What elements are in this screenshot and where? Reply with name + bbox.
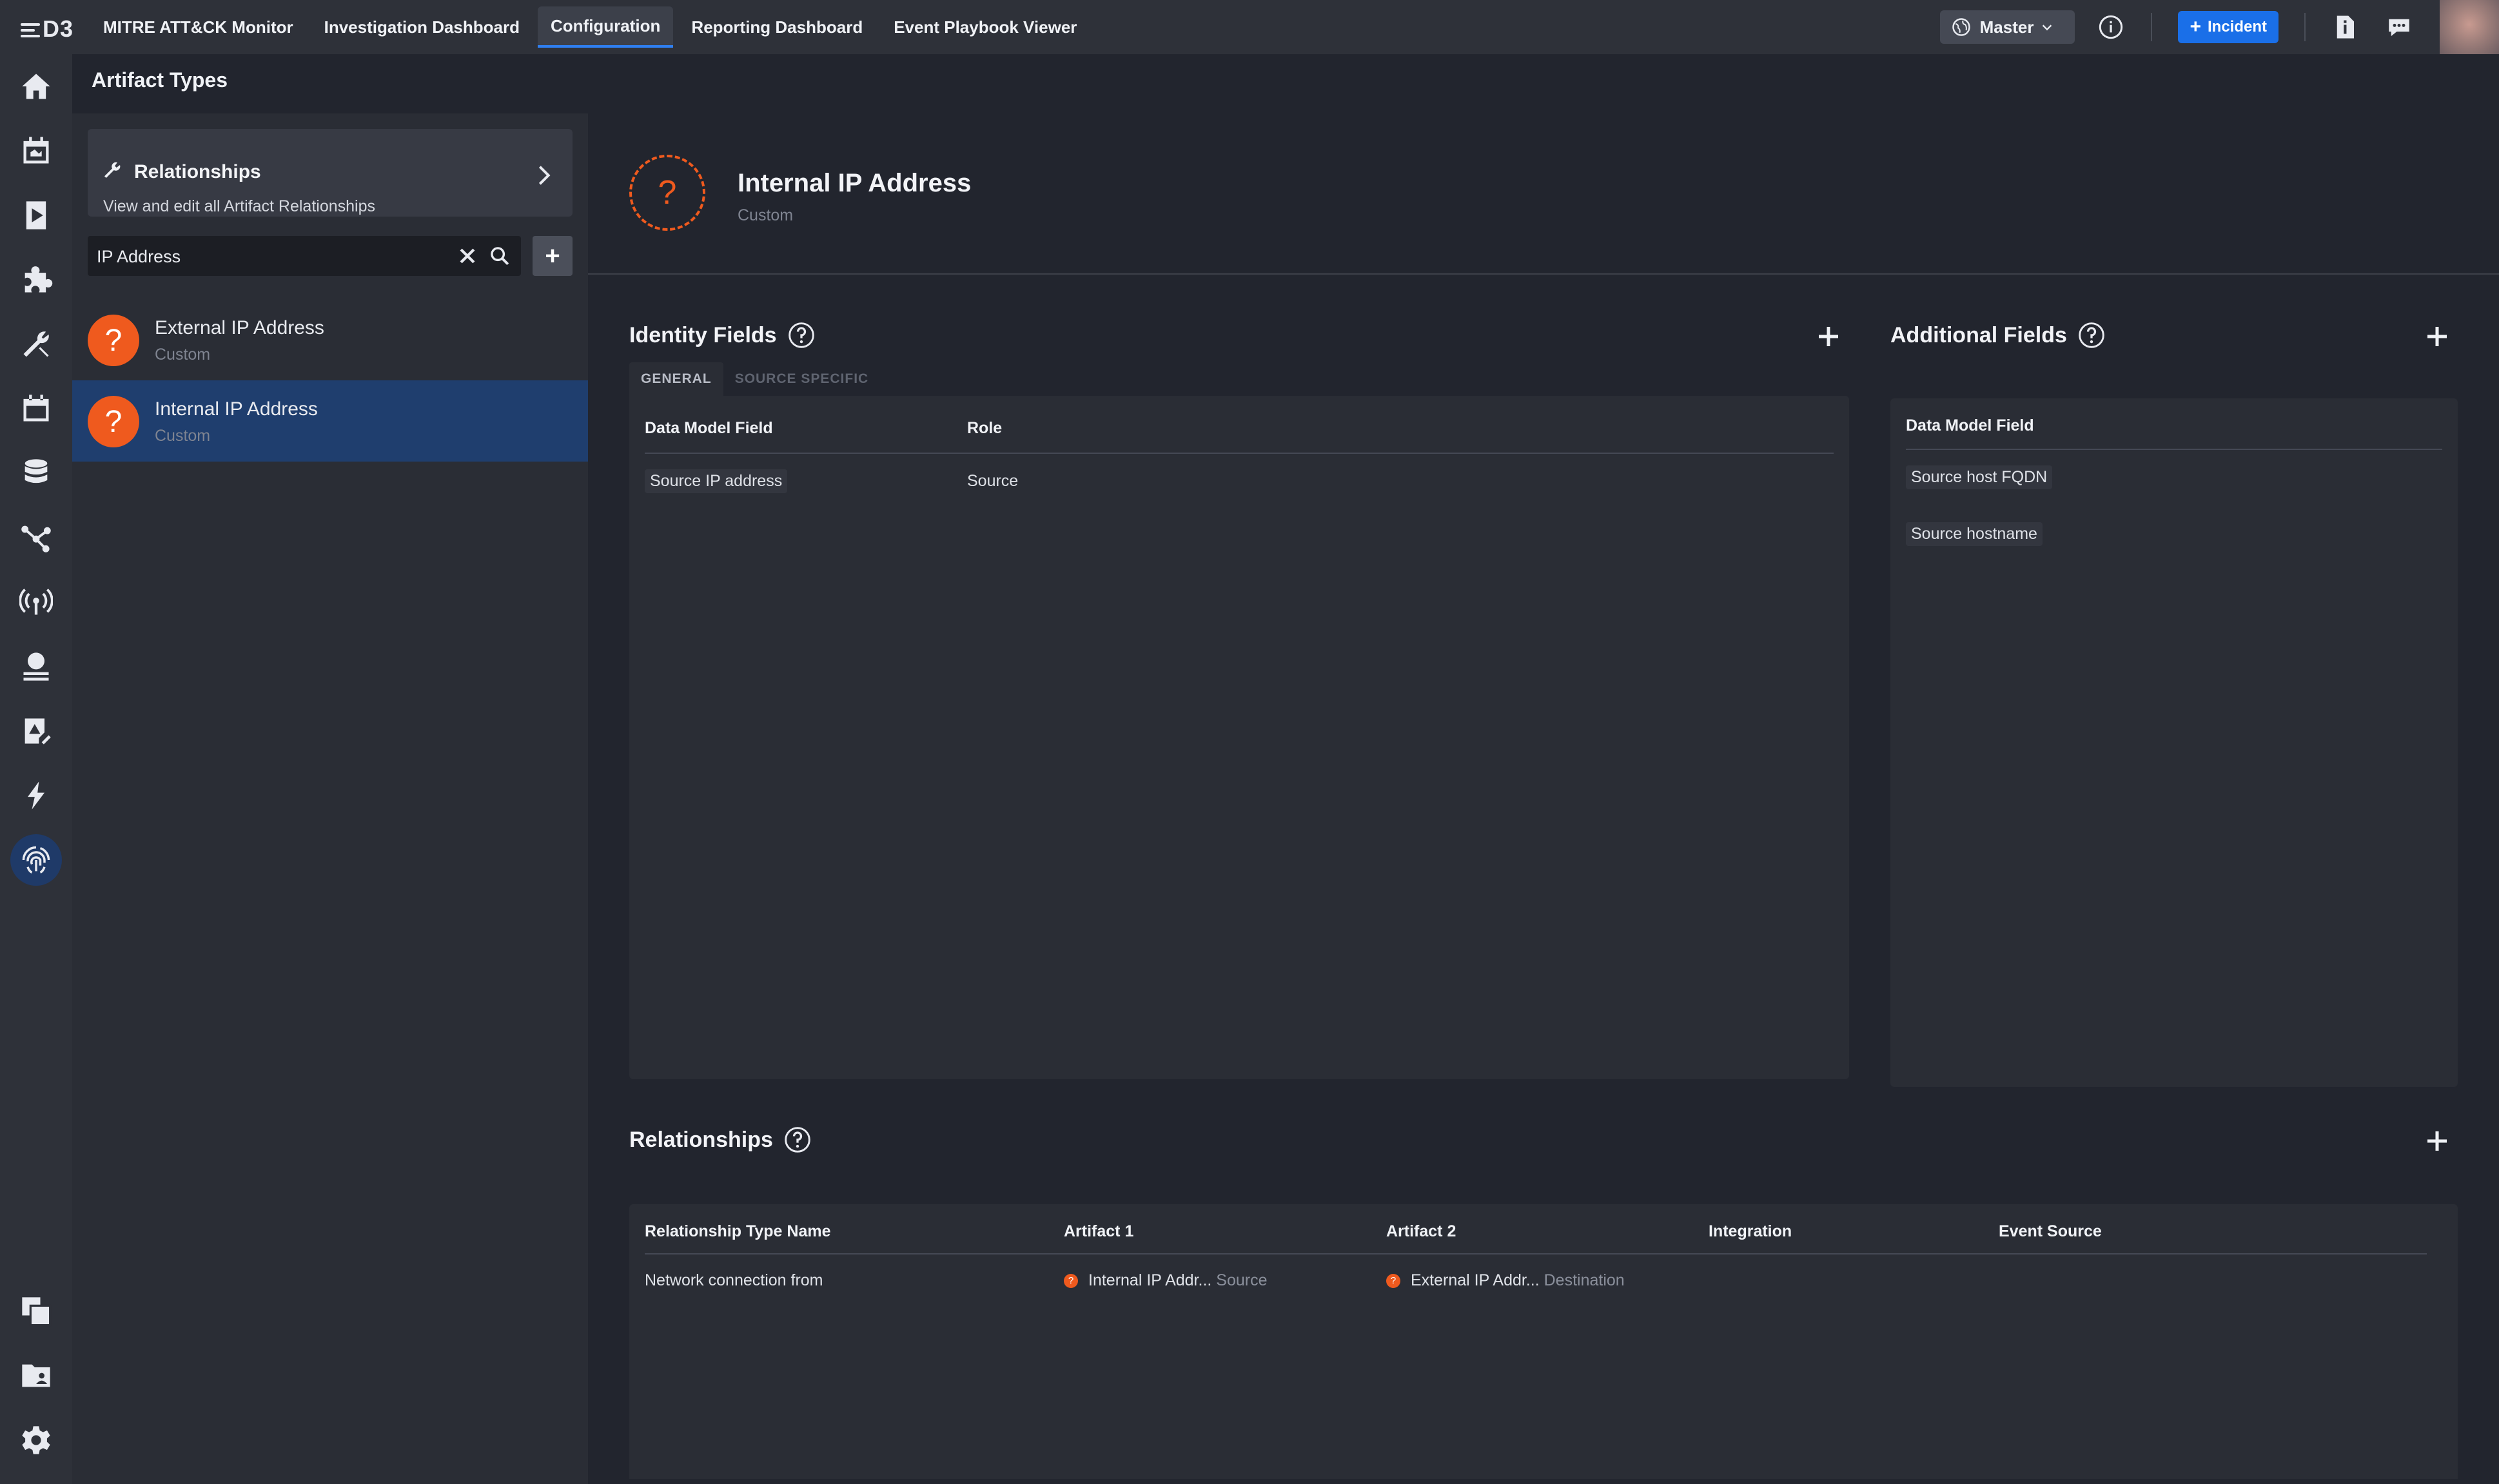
column-header: Role [967,419,1003,437]
home-icon[interactable] [17,67,55,106]
tab-source-specific[interactable]: SOURCE SPECIFIC [723,362,881,396]
new-incident-button[interactable]: + Incident [2178,11,2278,43]
data-model-field-chip[interactable]: Source IP address [645,469,788,493]
wrench-icon [104,162,121,178]
search-icon[interactable] [489,245,511,267]
d3-logo[interactable]: D3 [21,15,74,43]
relationship-type-name[interactable]: Network connection from [645,1271,823,1290]
plus-icon: + [2190,16,2201,37]
divider [2304,13,2306,41]
fingerprint-icon[interactable] [10,834,62,886]
question-mark-icon: ? [88,315,139,366]
question-mark-icon: ? [1064,1274,1078,1289]
nav-tab-configuration[interactable]: Configuration [538,6,674,48]
artifact-search-input[interactable] [97,244,432,269]
chevron-right-icon [538,166,551,185]
data-model-field-chip[interactable]: Source host FQDN [1906,465,2053,489]
question-mark-icon: ? [88,396,139,447]
chat-icon[interactable] [2386,14,2413,41]
document-info-icon[interactable] [2331,14,2358,41]
artifact-2-cell: ? External IP Addr... Destination [1386,1271,1625,1290]
header-divider [645,1253,2427,1255]
page-title: Artifact Types [92,68,228,92]
identity-tabs: GENERAL SOURCE SPECIFIC [629,362,880,396]
artifact-1-cell: ? Internal IP Addr... Source [1064,1271,1268,1290]
tab-general[interactable]: GENERAL [629,362,723,396]
artifact-detail-subtitle: Custom [738,206,794,224]
data-model-field-chip[interactable]: Source hostname [1906,522,2043,546]
antenna-icon[interactable] [17,583,55,621]
main-nav: MITRE ATT&CK Monitor Investigation Dashb… [90,0,1095,54]
copy-windows-icon[interactable] [17,1292,55,1331]
relationships-card-subtitle: View and edit all Artifact Relationships [103,197,375,215]
column-header: Artifact 2 [1386,1222,1456,1240]
tools-icon[interactable] [17,325,55,364]
artifact-type: Custom [155,346,211,364]
add-relationship-plus-icon[interactable] [2424,1128,2450,1154]
playbook-icon[interactable] [17,196,55,235]
chevron-down-icon [2043,24,2052,31]
relationships-heading: Relationships [629,1126,812,1154]
artifact-question-icon: ? [629,155,705,231]
globe-icon [1952,18,1970,36]
logo-lines-icon [21,20,40,41]
column-header: Data Model Field [1906,416,2034,434]
sync-icon[interactable] [17,776,55,815]
help-icon[interactable] [783,1126,812,1154]
identity-fields-table: Data Model Field Role Source IP address … [629,396,1849,1079]
top-bar: D3 MITRE ATT&CK Monitor Investigation Da… [0,0,2499,54]
relationships-table: Relationship Type Name Artifact 1 Artifa… [629,1204,2458,1479]
schedule-calendar-icon[interactable] [17,389,55,428]
artifact-detail-header: ? Internal IP Address Custom [588,113,2499,275]
identity-fields-heading: Identity Fields [629,321,816,349]
artifact-detail-title: Internal IP Address [738,169,972,197]
integrations-puzzle-icon[interactable] [17,260,55,299]
help-icon[interactable] [2077,321,2106,349]
artifact-list-item-selected[interactable]: ? Internal IP Address Custom [72,380,588,462]
column-header: Data Model Field [645,419,773,437]
column-header: Relationship Type Name [645,1222,831,1240]
settings-gear-icon[interactable] [17,1421,55,1460]
artifact-name: Internal IP Address [155,398,318,420]
help-icon[interactable] [787,321,816,349]
nav-tab-reporting[interactable]: Reporting Dashboard [678,0,876,54]
artifact-type-list-panel: Relationships View and edit all Artifact… [72,113,588,1484]
events-calendar-icon[interactable] [17,132,55,170]
artifact-name: External IP Address [155,317,324,338]
add-additional-field-plus-icon[interactable] [2424,324,2450,349]
artifact-list-item[interactable]: ? External IP Address Custom [72,299,588,380]
relationships-card-title: Relationships [134,161,261,182]
user-avatar[interactable] [2440,0,2499,54]
folder-user-icon[interactable] [17,1356,55,1395]
add-artifact-type-button[interactable]: + [533,236,573,276]
database-icon[interactable] [17,454,55,493]
plus-icon: + [545,241,560,270]
clear-search-icon[interactable] [456,245,478,267]
divider [2151,13,2153,41]
master-site-selector[interactable]: Master [1939,10,2075,44]
relationships-card[interactable]: Relationships View and edit all Artifact… [88,129,573,217]
header-divider [645,453,1834,454]
report-icon[interactable] [17,712,55,750]
info-icon[interactable] [2098,14,2124,40]
additional-fields-table: Data Model Field Source host FQDN Source… [1890,398,2458,1087]
column-header: Event Source [1999,1222,2102,1240]
column-header: Integration [1709,1222,1792,1240]
add-identity-field-plus-icon[interactable] [1816,324,1841,349]
column-header: Artifact 1 [1064,1222,1134,1240]
nav-tab-mitre[interactable]: MITRE ATT&CK Monitor [90,0,306,54]
nav-tab-event-playbook[interactable]: Event Playbook Viewer [881,0,1090,54]
nav-tab-investigation[interactable]: Investigation Dashboard [311,0,533,54]
header-divider [1906,449,2442,450]
role-cell: Source [967,472,1019,490]
graph-network-icon[interactable] [17,518,55,557]
top-right-controls: Master + Incident [1939,0,2499,54]
additional-fields-heading: Additional Fields [1890,321,2106,349]
artifact-type: Custom [155,427,211,445]
left-nav-rail [0,54,72,1484]
artifact-search-box [88,236,521,276]
question-mark-icon: ? [1386,1274,1400,1289]
globe-server-icon[interactable] [17,647,55,686]
